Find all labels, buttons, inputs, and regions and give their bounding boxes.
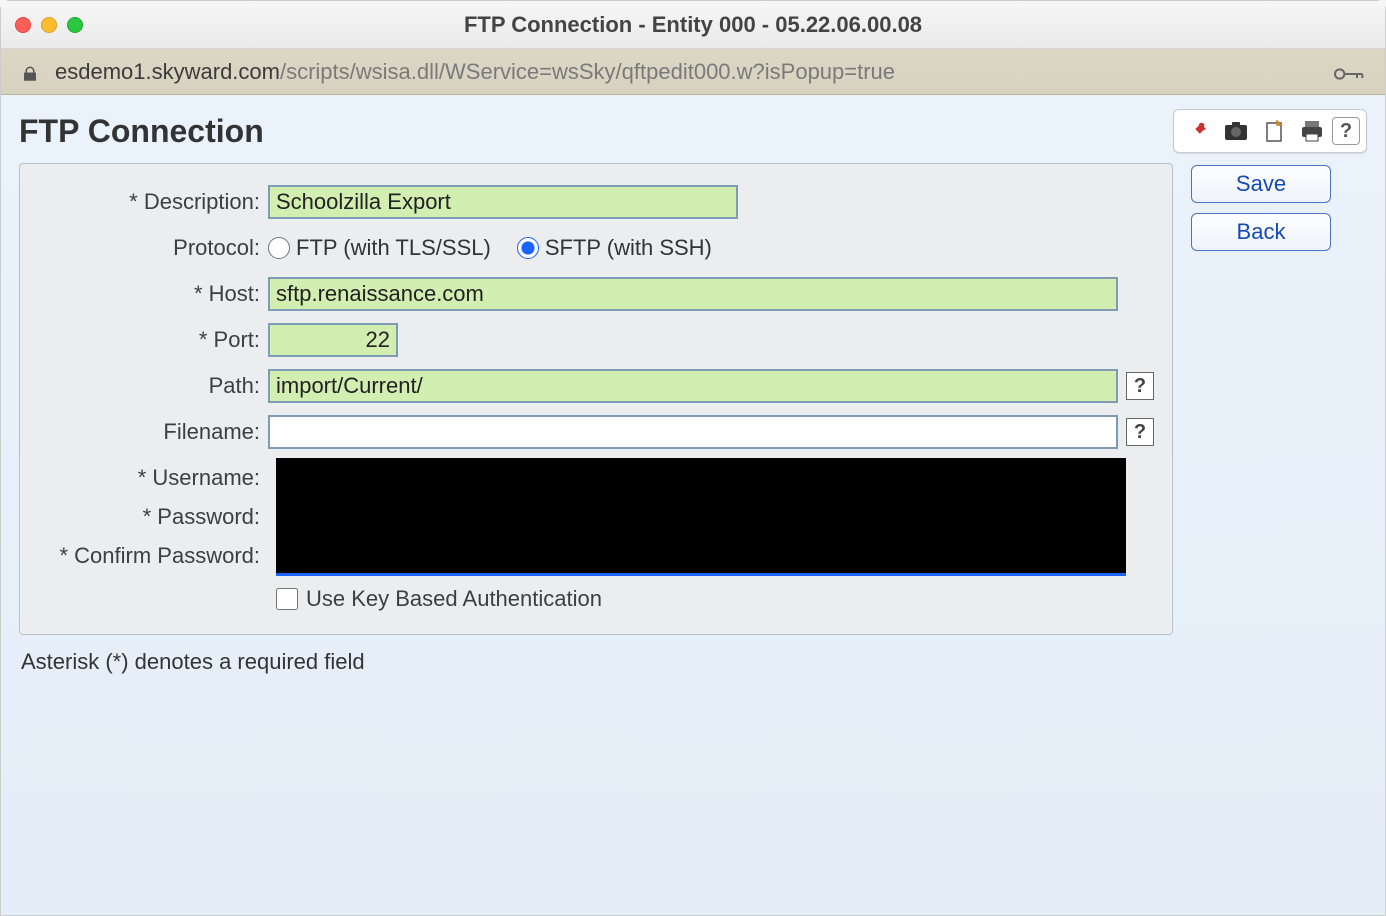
port-input[interactable]: [268, 323, 398, 357]
protocol-sftp-option[interactable]: SFTP (with SSH): [517, 235, 712, 261]
protocol-ftp-label: FTP (with TLS/SSL): [296, 235, 491, 261]
camera-icon[interactable]: [1218, 114, 1254, 148]
protocol-sftp-label: SFTP (with SSH): [545, 235, 712, 261]
path-help-icon[interactable]: ?: [1126, 372, 1154, 400]
page-header: FTP Connection ?: [19, 109, 1367, 153]
titlebar: FTP Connection - Entity 000 - 05.22.06.0…: [1, 1, 1385, 49]
label-username: * Username:: [38, 465, 268, 491]
protocol-radios: FTP (with TLS/SSL) SFTP (with SSH): [268, 235, 712, 261]
window-title: FTP Connection - Entity 000 - 05.22.06.0…: [1, 12, 1385, 38]
url-text[interactable]: esdemo1.skyward.com/scripts/wsisa.dll/WS…: [55, 59, 895, 85]
label-password: * Password:: [38, 504, 268, 530]
label-host: * Host:: [38, 281, 268, 307]
label-port: * Port:: [38, 327, 268, 353]
host-input[interactable]: [268, 277, 1118, 311]
row-description: * Description:: [38, 182, 1154, 222]
required-footnote: Asterisk (*) denotes a required field: [21, 649, 1367, 675]
row-path: Path: ?: [38, 366, 1154, 406]
address-bar: esdemo1.skyward.com/scripts/wsisa.dll/WS…: [1, 49, 1385, 95]
url-path: /scripts/wsisa.dll/WService=wsSky/qftped…: [280, 59, 895, 84]
lock-icon: [21, 63, 39, 81]
row-filename: Filename: ?: [38, 412, 1154, 452]
label-path: Path:: [38, 373, 268, 399]
credentials-block: * Username: * Password: * Confirm Passwo…: [38, 458, 1154, 576]
redacted-credentials: [276, 458, 1126, 576]
description-input[interactable]: [268, 185, 738, 219]
label-confirm: * Confirm Password:: [38, 543, 268, 569]
form-panel: * Description: Protocol: FTP (with TLS/S…: [19, 163, 1173, 635]
keyauth-label: Use Key Based Authentication: [306, 586, 602, 612]
protocol-ftp-radio[interactable]: [268, 237, 290, 259]
printer-icon[interactable]: [1294, 114, 1330, 148]
label-protocol: Protocol:: [38, 235, 268, 261]
key-icon[interactable]: [1333, 63, 1365, 81]
row-port: * Port:: [38, 320, 1154, 360]
url-domain: esdemo1.skyward.com: [55, 59, 280, 84]
label-description: * Description:: [38, 189, 268, 215]
page-toolbar: ?: [1173, 109, 1367, 153]
app-window: FTP Connection - Entity 000 - 05.22.06.0…: [0, 0, 1386, 916]
filename-help-icon[interactable]: ?: [1126, 418, 1154, 446]
keyauth-checkbox[interactable]: [276, 588, 298, 610]
main-row: * Description: Protocol: FTP (with TLS/S…: [19, 163, 1367, 635]
protocol-ftp-option[interactable]: FTP (with TLS/SSL): [268, 235, 491, 261]
row-host: * Host:: [38, 274, 1154, 314]
pin-icon[interactable]: [1180, 114, 1216, 148]
page-title: FTP Connection: [19, 113, 264, 150]
keyauth-row[interactable]: Use Key Based Authentication: [276, 586, 1154, 612]
side-buttons: Save Back: [1191, 165, 1331, 251]
protocol-sftp-radio[interactable]: [517, 237, 539, 259]
filename-input[interactable]: [268, 415, 1118, 449]
help-icon[interactable]: ?: [1332, 117, 1360, 145]
back-button[interactable]: Back: [1191, 213, 1331, 251]
page-content: FTP Connection ? * Desc: [1, 95, 1385, 915]
path-input[interactable]: [268, 369, 1118, 403]
label-filename: Filename:: [38, 419, 268, 445]
row-protocol: Protocol: FTP (with TLS/SSL) SFTP (with …: [38, 228, 1154, 268]
save-button[interactable]: Save: [1191, 165, 1331, 203]
note-icon[interactable]: [1256, 114, 1292, 148]
